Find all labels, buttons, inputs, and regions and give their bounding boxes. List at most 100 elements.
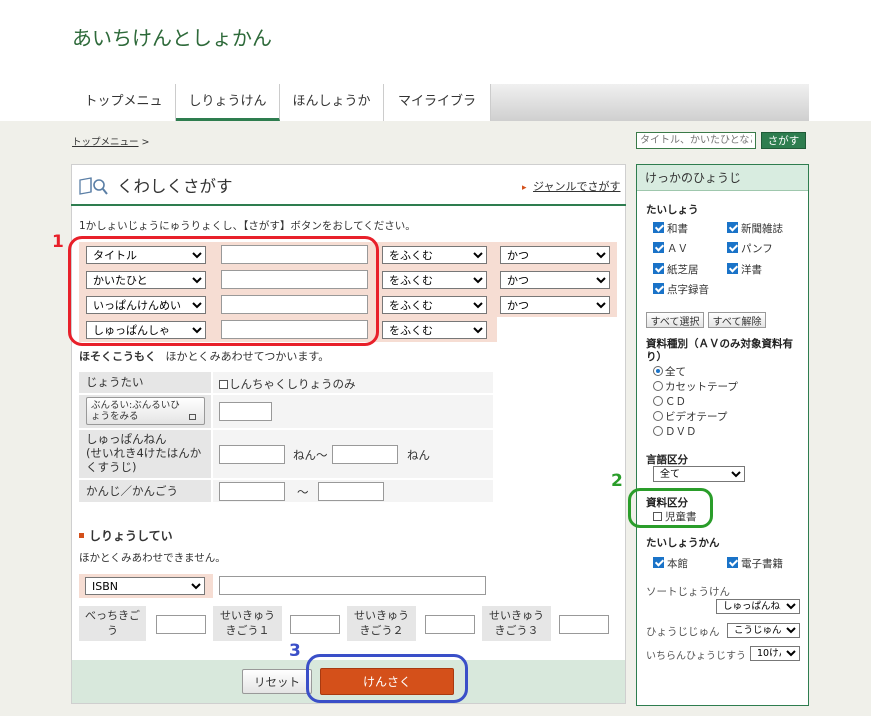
radio-label: ＣＤ: [665, 396, 686, 408]
match-select-3[interactable]: をふくむ: [382, 296, 487, 314]
operator-select-2[interactable]: かつ: [500, 271, 610, 289]
count-select[interactable]: 10けん: [750, 646, 800, 661]
classification-table-button[interactable]: ぶんるい:ぶんるいひょうをみる: [86, 397, 205, 425]
code-input-1[interactable]: [156, 615, 206, 634]
volume-label: かんじ／かんごう: [79, 480, 211, 502]
target-checkbox-3[interactable]: ＡＶ: [653, 241, 688, 256]
radio-icon[interactable]: [653, 396, 663, 406]
identifier-input[interactable]: [219, 576, 486, 595]
select-all-button[interactable]: すべて選択: [646, 312, 704, 328]
material-type-radio-1[interactable]: 全て: [653, 364, 686, 379]
classification-input[interactable]: [219, 402, 272, 421]
match-select-1[interactable]: をふくむ: [382, 246, 487, 264]
code-label-text: せいきゅうきごう１: [220, 609, 275, 637]
annotation-number-1: 1: [52, 232, 64, 252]
checkbox-label: 本館: [667, 558, 688, 570]
sort-select[interactable]: しゅっぱんねん: [716, 599, 800, 614]
breadcrumb: トップメニュー >: [72, 134, 150, 148]
match-select-4[interactable]: をふくむ: [382, 321, 487, 339]
clear-all-button[interactable]: すべて解除: [708, 312, 766, 328]
genre-link[interactable]: ▸ ジャンルでさがす: [522, 178, 620, 194]
operator-select-1[interactable]: かつ: [500, 246, 610, 264]
radio-icon[interactable]: [653, 411, 663, 421]
checkbox-icon[interactable]: [727, 222, 738, 233]
annotation-number-2: 2: [611, 471, 623, 491]
pubyear-to-input[interactable]: [332, 445, 398, 464]
target-label: たいしょう: [646, 204, 699, 216]
checkbox-icon[interactable]: [653, 263, 664, 274]
library-checkbox-1[interactable]: 本館: [653, 556, 688, 571]
volume-to-input[interactable]: [318, 482, 384, 501]
volume-label-text: かんじ／かんごう: [86, 484, 178, 498]
radio-label: 全て: [665, 366, 686, 378]
checkbox-icon[interactable]: [653, 242, 664, 253]
checkbox-icon[interactable]: [653, 222, 664, 233]
pubyear-label: しゅっぱんねん (せいれき4けたはんかくすうじ): [79, 430, 211, 478]
material-type-radio-5[interactable]: ＤＶＤ: [653, 424, 697, 439]
target-checkbox-4[interactable]: パンフ: [727, 241, 773, 256]
tab-book-intro[interactable]: ほんしょうかい: [280, 84, 384, 144]
status-label-text: じょうたい: [86, 375, 144, 389]
radio-icon[interactable]: [653, 426, 663, 436]
target-checkbox-6[interactable]: 洋書: [727, 262, 762, 277]
checkbox-icon[interactable]: [653, 557, 664, 568]
checkbox-icon[interactable]: [219, 380, 228, 389]
year-from-suffix: ねん〜: [293, 448, 328, 462]
checkbox-icon[interactable]: [727, 263, 738, 274]
checkbox-icon[interactable]: [653, 283, 664, 294]
pubyear-from-input[interactable]: [219, 445, 285, 464]
target-checkbox-1[interactable]: 和書: [653, 221, 688, 236]
sidebar-title: けっかのひょうじ: [637, 165, 808, 191]
library-checkbox-2[interactable]: 電子書籍: [727, 556, 783, 571]
identifier-title: しりょうしてい: [79, 527, 173, 544]
genre-link-text[interactable]: ジャンルでさがす: [533, 180, 620, 193]
search-book-icon: [79, 175, 109, 197]
match-select-2[interactable]: をふくむ: [382, 271, 487, 289]
material-type-radio-2[interactable]: カセットテープ: [653, 379, 738, 394]
quick-search-input[interactable]: [636, 132, 756, 149]
quick-search-button[interactable]: さがす: [761, 132, 806, 149]
material-type-label: 資料種別（ＡＶのみ対象資料有り）: [646, 338, 793, 363]
annotation-number-3: 3: [289, 641, 301, 661]
checkbox-label: 洋書: [741, 264, 762, 276]
annotation-box-2: [628, 488, 713, 528]
order-select[interactable]: こうじゅん: [727, 623, 800, 638]
language-select[interactable]: 全て: [653, 466, 745, 482]
radio-icon[interactable]: [653, 366, 663, 376]
page-title: くわしくさがす: [117, 177, 233, 196]
target-checkbox-7[interactable]: 点字録音: [653, 282, 709, 297]
volume-from-input[interactable]: [219, 482, 285, 501]
code-input-4[interactable]: [559, 615, 609, 634]
operator-select-3[interactable]: かつ: [500, 296, 610, 314]
material-type-radio-4[interactable]: ビデオテープ: [653, 409, 727, 424]
code-label-2: せいきゅうきごう１: [213, 606, 282, 641]
order-label: ひょうじじゅん: [646, 626, 720, 638]
arrow-icon: ▸: [522, 183, 527, 193]
breadcrumb-home-link[interactable]: トップメニュー: [72, 137, 139, 148]
supplement-note: ほかとくみあわせてつかいます。: [165, 350, 330, 363]
year-to-suffix: ねん: [407, 448, 430, 462]
code-label-text: べっちきごう: [85, 609, 140, 637]
square-bullet-icon: [79, 533, 84, 538]
target-checkbox-5[interactable]: 紙芝居: [653, 262, 699, 277]
reset-button[interactable]: リセット: [242, 669, 312, 694]
site-title[interactable]: あいちけんとしょかん: [72, 22, 272, 51]
identifier-note: ほかとくみあわせできません。: [79, 552, 226, 564]
identifier-type-select[interactable]: ISBN: [85, 577, 205, 595]
material-type-radio-3[interactable]: ＣＤ: [653, 394, 686, 409]
classification-button-label: ぶんるい:ぶんるいひょうをみる: [91, 400, 180, 422]
checkbox-icon[interactable]: [727, 242, 738, 253]
tab-material-search[interactable]: しりょうけんさく: [176, 84, 280, 144]
radio-icon[interactable]: [653, 381, 663, 391]
tab-my-library[interactable]: マイライブラリ: [384, 84, 491, 144]
code-input-2[interactable]: [290, 615, 340, 634]
target-checkbox-2[interactable]: 新聞雑誌: [727, 221, 783, 236]
checkbox-icon[interactable]: [727, 557, 738, 568]
tab-top-menu[interactable]: トップメニュー: [72, 84, 176, 144]
annotation-box-3: [306, 654, 468, 703]
code-input-3[interactable]: [425, 615, 475, 634]
new-arrival-checkbox[interactable]: しんちゃくしりょうのみ: [219, 376, 356, 392]
checkbox-label: 点字録音: [667, 284, 709, 296]
status-label: じょうたい: [79, 372, 211, 393]
checkbox-label: 和書: [667, 223, 688, 235]
